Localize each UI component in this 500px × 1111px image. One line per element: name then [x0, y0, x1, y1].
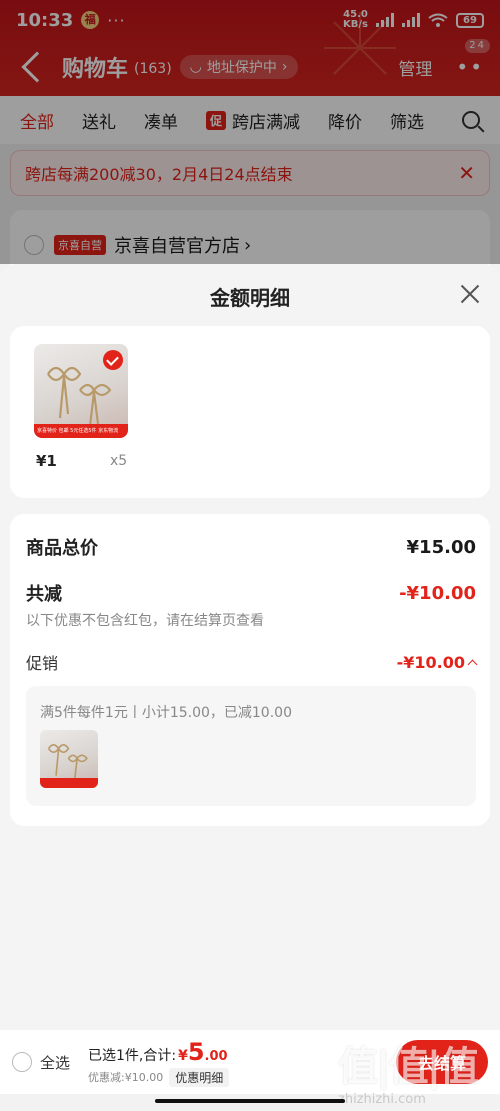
goods-price: ¥1: [36, 452, 57, 470]
promo-value-group: -¥10.00: [396, 652, 478, 672]
total-row: 商品总价 ¥15.00: [26, 534, 476, 560]
watermark-url: zhizhizhi.com: [338, 1092, 426, 1107]
amount-integer: 5: [187, 1037, 205, 1066]
dim-overlay[interactable]: [0, 0, 500, 264]
watermark-logo: 值|值|值: [338, 1044, 479, 1090]
reduce-row: 共减 -¥10.00: [26, 580, 476, 606]
discount-text: 优惠减:¥10.00: [88, 1071, 164, 1084]
total-line: 已选1件,合计: ¥ 5 .00: [88, 1038, 229, 1066]
selected-check-icon: [103, 350, 123, 370]
chevron-up-icon: [467, 659, 478, 669]
currency-symbol: ¥: [178, 1047, 188, 1064]
select-all-label[interactable]: 全选: [40, 1052, 70, 1073]
promo-value: -¥10.00: [396, 652, 465, 672]
goods-quantity: x5: [110, 453, 128, 469]
reduce-label: 共减: [26, 584, 62, 605]
watermark: 值|值|值 zhizhizhi.com: [338, 1034, 498, 1108]
promo-row[interactable]: 促销 -¥10.00: [26, 650, 478, 674]
total-value: ¥15.00: [406, 536, 476, 558]
reduce-value: -¥10.00: [399, 582, 476, 604]
promo-label: 促销: [26, 654, 59, 673]
select-all-radio[interactable]: [12, 1052, 32, 1072]
amount-decimal: .00: [204, 1048, 228, 1064]
goods-card: 京喜特价 包邮 5元任选5件 京东物流 ¥1 x5: [10, 326, 490, 498]
discount-line: 优惠减:¥10.00 优惠明细: [88, 1067, 230, 1087]
promo-detail-box: 满5件每件1元丨小计15.00，已减10.00: [26, 686, 476, 806]
selected-text: 已选1件,合计:: [88, 1047, 177, 1064]
promo-thumb-strip: [40, 778, 98, 788]
product-thumbnail[interactable]: 京喜特价 包邮 5元任选5件 京东物流: [34, 344, 128, 438]
total-label: 商品总价: [26, 538, 98, 559]
product-promo-strip: 京喜特价 包邮 5元任选5件 京东物流: [34, 424, 128, 438]
amount-detail-sheet: 金额明细 京喜特价 包邮 5元任选5件 京东物流 ¥1 x5 商品总价 ¥15.…: [0, 264, 500, 1030]
discount-detail-button[interactable]: 优惠明细: [169, 1067, 230, 1087]
checkout-summary: 已选1件,合计: ¥ 5 .00 优惠减:¥10.00 优惠明细: [88, 1038, 230, 1087]
home-indicator[interactable]: [155, 1099, 345, 1103]
discount-hint: 以下优惠不包含红包，请在结算页查看: [26, 613, 264, 629]
price-detail-card: 商品总价 ¥15.00 共减 -¥10.00 以下优惠不包含红包，请在结算页查看…: [10, 514, 490, 826]
sheet-title: 金额明细: [210, 286, 290, 310]
promo-product-thumbnail[interactable]: [40, 730, 98, 788]
promo-description: 满5件每件1元丨小计15.00，已减10.00: [40, 705, 292, 721]
close-icon[interactable]: [458, 282, 482, 306]
